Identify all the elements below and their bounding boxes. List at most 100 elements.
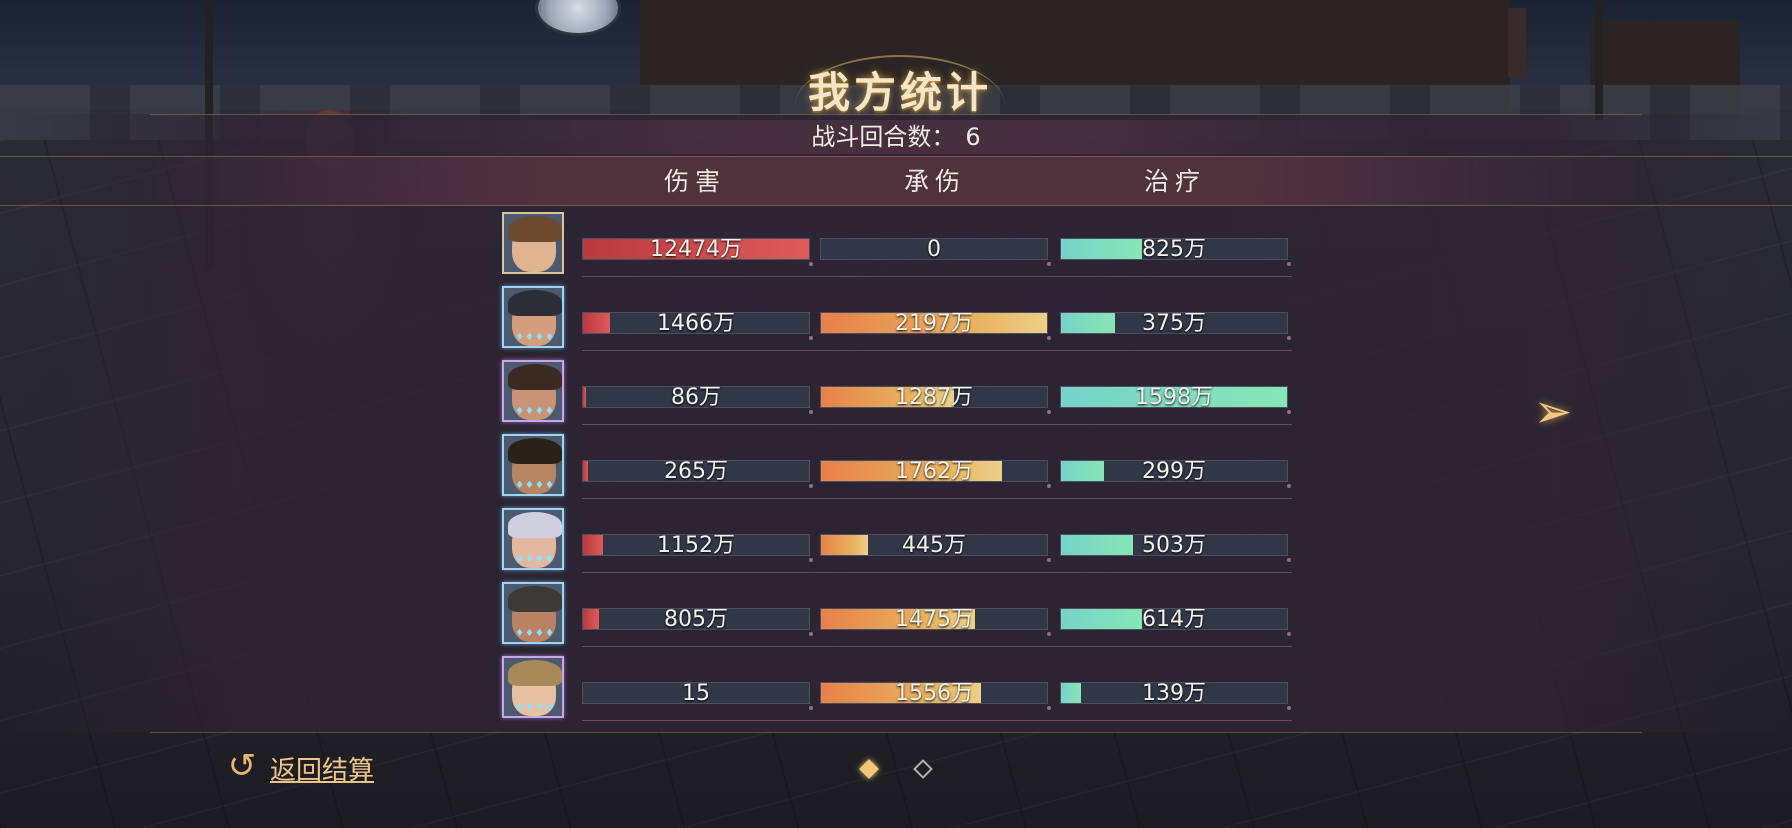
battle-rounds: 战斗回合数： 6 xyxy=(0,120,1792,154)
damage-value: 15 xyxy=(682,681,710,706)
damage-bar: 12474万 xyxy=(582,237,813,266)
next-page-arrow-icon: ➢ xyxy=(1533,384,1573,438)
column-header-damage: 伤害 xyxy=(663,167,726,196)
return-settlement-button[interactable]: ↺ 返回结算 xyxy=(222,744,392,788)
hero-avatar[interactable]: ♦♦♦♦ xyxy=(502,508,564,570)
column-header-taken: 承伤 xyxy=(903,167,966,196)
row-divider xyxy=(582,276,1292,277)
healing-value: 1598万 xyxy=(1135,385,1213,410)
hero-row: 12474万 0 825万 xyxy=(502,212,1292,282)
bar-end-dot xyxy=(809,410,813,414)
bar-end-dot xyxy=(1287,558,1291,562)
damage-bar: 86万 xyxy=(582,385,813,414)
damage-value: 12474万 xyxy=(650,237,742,262)
hero-avatar[interactable]: ♦♦♦♦ xyxy=(502,656,564,718)
taken-value: 0 xyxy=(927,237,941,262)
hero-hair xyxy=(508,438,562,464)
damage-value: 86万 xyxy=(671,385,721,410)
row-divider xyxy=(582,424,1292,425)
hero-row: ♦♦♦♦ 265万 1762万 299万 xyxy=(502,434,1292,504)
healing-value: 614万 xyxy=(1142,607,1206,632)
page-title: 我方统计 xyxy=(807,68,992,117)
bar-end-dot xyxy=(809,632,813,636)
healing-bar: 503万 xyxy=(1060,533,1291,562)
column-header-healing: 治疗 xyxy=(1143,167,1206,196)
rounds-value: 6 xyxy=(965,123,981,151)
bar-end-dot xyxy=(809,336,813,340)
bar-end-dot xyxy=(1047,262,1051,266)
row-divider xyxy=(582,720,1292,721)
hero-avatar[interactable]: ♦♦♦♦ xyxy=(502,360,564,422)
healing-value: 375万 xyxy=(1142,311,1206,336)
hero-hair xyxy=(508,660,562,686)
healing-bar: 375万 xyxy=(1060,311,1291,340)
hero-row: ♦♦♦♦ 15 1556万 139万 xyxy=(502,656,1292,726)
banner xyxy=(1508,8,1526,78)
row-divider xyxy=(582,498,1292,499)
taken-bar: 1762万 xyxy=(820,459,1051,488)
hero-hair xyxy=(508,364,562,390)
taken-value: 2197万 xyxy=(895,311,973,336)
bar-end-dot xyxy=(1287,336,1291,340)
taken-value: 445万 xyxy=(902,533,966,558)
damage-bar: 1152万 xyxy=(582,533,813,562)
bar-end-dot xyxy=(809,262,813,266)
hero-row: ♦♦♦♦ 1152万 445万 503万 xyxy=(502,508,1292,578)
hero-hair xyxy=(508,290,562,316)
bar-end-dot xyxy=(1047,558,1051,562)
bar-end-dot xyxy=(1047,410,1051,414)
healing-value: 503万 xyxy=(1142,533,1206,558)
hero-avatar[interactable]: ♦♦♦♦ xyxy=(502,286,564,348)
taken-bar: 445万 xyxy=(820,533,1051,562)
damage-bar: 15 xyxy=(582,681,813,710)
healing-bar: 614万 xyxy=(1060,607,1291,636)
bar-end-dot xyxy=(1287,410,1291,414)
hero-row: ♦♦♦♦ 86万 1287万 1598万 xyxy=(502,360,1292,430)
taken-value: 1556万 xyxy=(895,681,973,706)
row-divider xyxy=(582,572,1292,573)
bar-end-dot xyxy=(1047,632,1051,636)
damage-value: 1466万 xyxy=(657,311,735,336)
healing-value: 139万 xyxy=(1142,681,1206,706)
star-rank-icon: ♦♦♦♦ xyxy=(515,554,555,565)
star-rank-icon: ♦♦♦♦ xyxy=(515,702,555,713)
healing-bar: 825万 xyxy=(1060,237,1291,266)
hero-avatar[interactable] xyxy=(502,212,564,274)
taken-value: 1762万 xyxy=(895,459,973,484)
title-banner: 我方统计 xyxy=(780,55,1020,117)
bar-end-dot xyxy=(1047,336,1051,340)
row-divider xyxy=(582,646,1292,647)
star-rank-icon: ♦♦♦♦ xyxy=(515,406,555,417)
taken-bar: 0 xyxy=(820,237,1051,266)
taken-bar: 1556万 xyxy=(820,681,1051,710)
taken-value: 1287万 xyxy=(895,385,973,410)
healing-bar: 1598万 xyxy=(1060,385,1291,414)
hero-row: ♦♦♦♦ 805万 1475万 614万 xyxy=(502,582,1292,652)
taken-bar: 1475万 xyxy=(820,607,1051,636)
bar-end-dot xyxy=(1287,484,1291,488)
bar-end-dot xyxy=(1047,706,1051,710)
hero-hair xyxy=(508,586,562,612)
bar-end-dot xyxy=(1047,484,1051,488)
taken-bar: 1287万 xyxy=(820,385,1051,414)
hero-avatar[interactable]: ♦♦♦♦ xyxy=(502,582,564,644)
bar-end-dot xyxy=(809,558,813,562)
bar-end-dot xyxy=(1287,262,1291,266)
row-divider xyxy=(582,350,1292,351)
bar-end-dot xyxy=(1287,632,1291,636)
healing-bar: 299万 xyxy=(1060,459,1291,488)
hero-hair xyxy=(508,512,562,538)
return-settlement-label: 返回结算 xyxy=(270,756,375,786)
damage-bar: 1466万 xyxy=(582,311,813,340)
damage-value: 1152万 xyxy=(657,533,735,558)
next-page-button[interactable]: ➢ xyxy=(1530,384,1576,438)
damage-value: 265万 xyxy=(664,459,728,484)
bar-end-dot xyxy=(809,706,813,710)
healing-value: 825万 xyxy=(1142,237,1206,262)
hero-row: ♦♦♦♦ 1466万 2197万 375万 xyxy=(502,286,1292,356)
healing-value: 299万 xyxy=(1142,459,1206,484)
hero-avatar[interactable]: ♦♦♦♦ xyxy=(502,434,564,496)
panel-divider-bottom xyxy=(150,732,1642,733)
taken-value: 1475万 xyxy=(895,607,973,632)
rounds-label: 战斗回合数： xyxy=(811,123,956,151)
